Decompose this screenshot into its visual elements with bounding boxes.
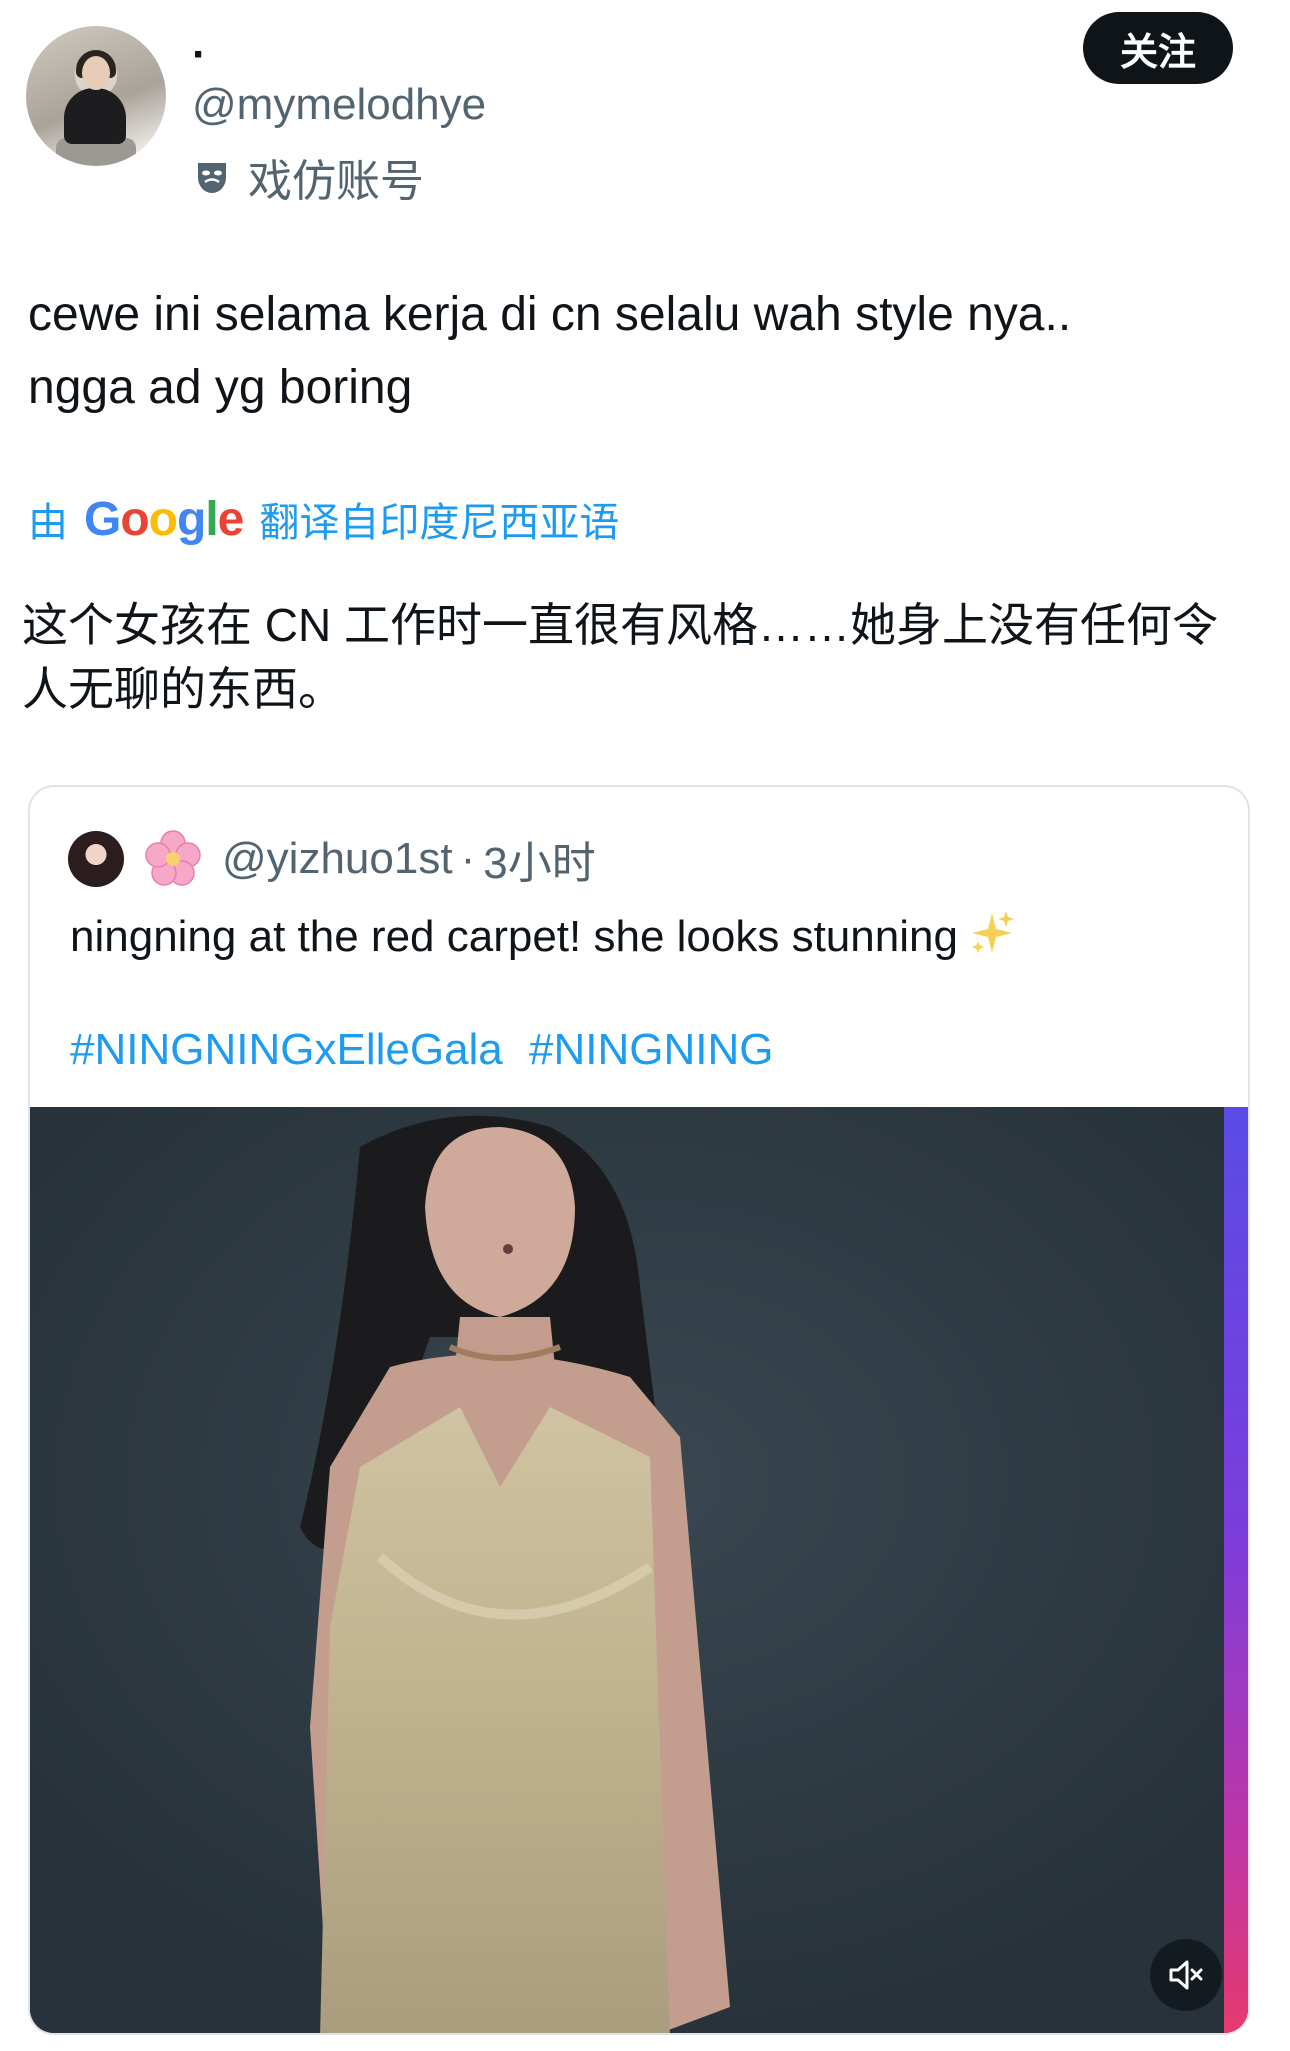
separator-dot: · [460,834,476,883]
sparkles-icon [971,911,1014,953]
author-display-name[interactable]: · [192,30,207,80]
mute-toggle-button[interactable] [1150,1939,1222,2011]
hashtag-link[interactable]: #NINGNINGxElleGala [70,1025,503,1074]
quoted-tweet-time[interactable]: 3小时 [483,827,595,891]
tweet-text-line: cewe ini selama kerja di cn selalu wah s… [28,288,1072,341]
parody-label-text: 戏仿账号 [248,157,424,206]
translated-text-line: 这个女孩在 CN 工作时一直很有风格……她身上没有任何令 [22,599,1218,651]
quoted-tweet-card[interactable]: @yizhuo1st · 3小时 ningning at the red car… [28,785,1250,2035]
translated-text-line: 人无聊的东西。 [22,663,344,715]
hashtag-link[interactable]: #NINGNING [529,1025,773,1074]
quoted-tweet-header: @yizhuo1st · 3小时 [68,827,596,891]
translated-text: 这个女孩在 CN 工作时一直很有风格……她身上没有任何令 人无聊的东西。 [22,593,1252,721]
tweet-header: · @mymelodhye 戏仿账号 关注 [0,0,1290,206]
cherry-blossom-icon [145,830,201,886]
video-player[interactable] [30,1107,1248,2033]
video-frame-image [30,1107,1248,2033]
video-edge-glow [1224,1107,1248,2033]
speaker-muted-icon [1169,1960,1203,1990]
follow-button[interactable]: 关注 [1083,12,1233,84]
quoted-tweet-text: ningning at the red carpet! she looks st… [70,907,1018,962]
author-handle[interactable]: @mymelodhye [192,80,486,130]
author-avatar[interactable] [26,26,166,166]
translation-attribution[interactable]: 由 Google 翻译自印度尼西亚语 [28,490,619,548]
translation-prefix: 由 [28,501,68,545]
quoted-tweet-text-content: ningning at the red carpet! she looks st… [70,912,958,961]
tweet-text-line: ngga ad yg boring [28,361,413,414]
quoted-tweet-hashtags: #NINGNINGxElleGala #NINGNING [70,1025,788,1075]
quoted-author-avatar[interactable] [68,831,124,887]
quoted-author-handle[interactable]: @yizhuo1st [222,834,453,884]
translation-source-language: 翻译自印度尼西亚语 [259,501,620,545]
parody-account-label: 戏仿账号 [192,145,424,209]
google-logo: Google [84,492,244,546]
tweet-text: cewe ini selama kerja di cn selalu wah s… [28,278,1248,424]
theater-mask-icon [198,163,226,193]
